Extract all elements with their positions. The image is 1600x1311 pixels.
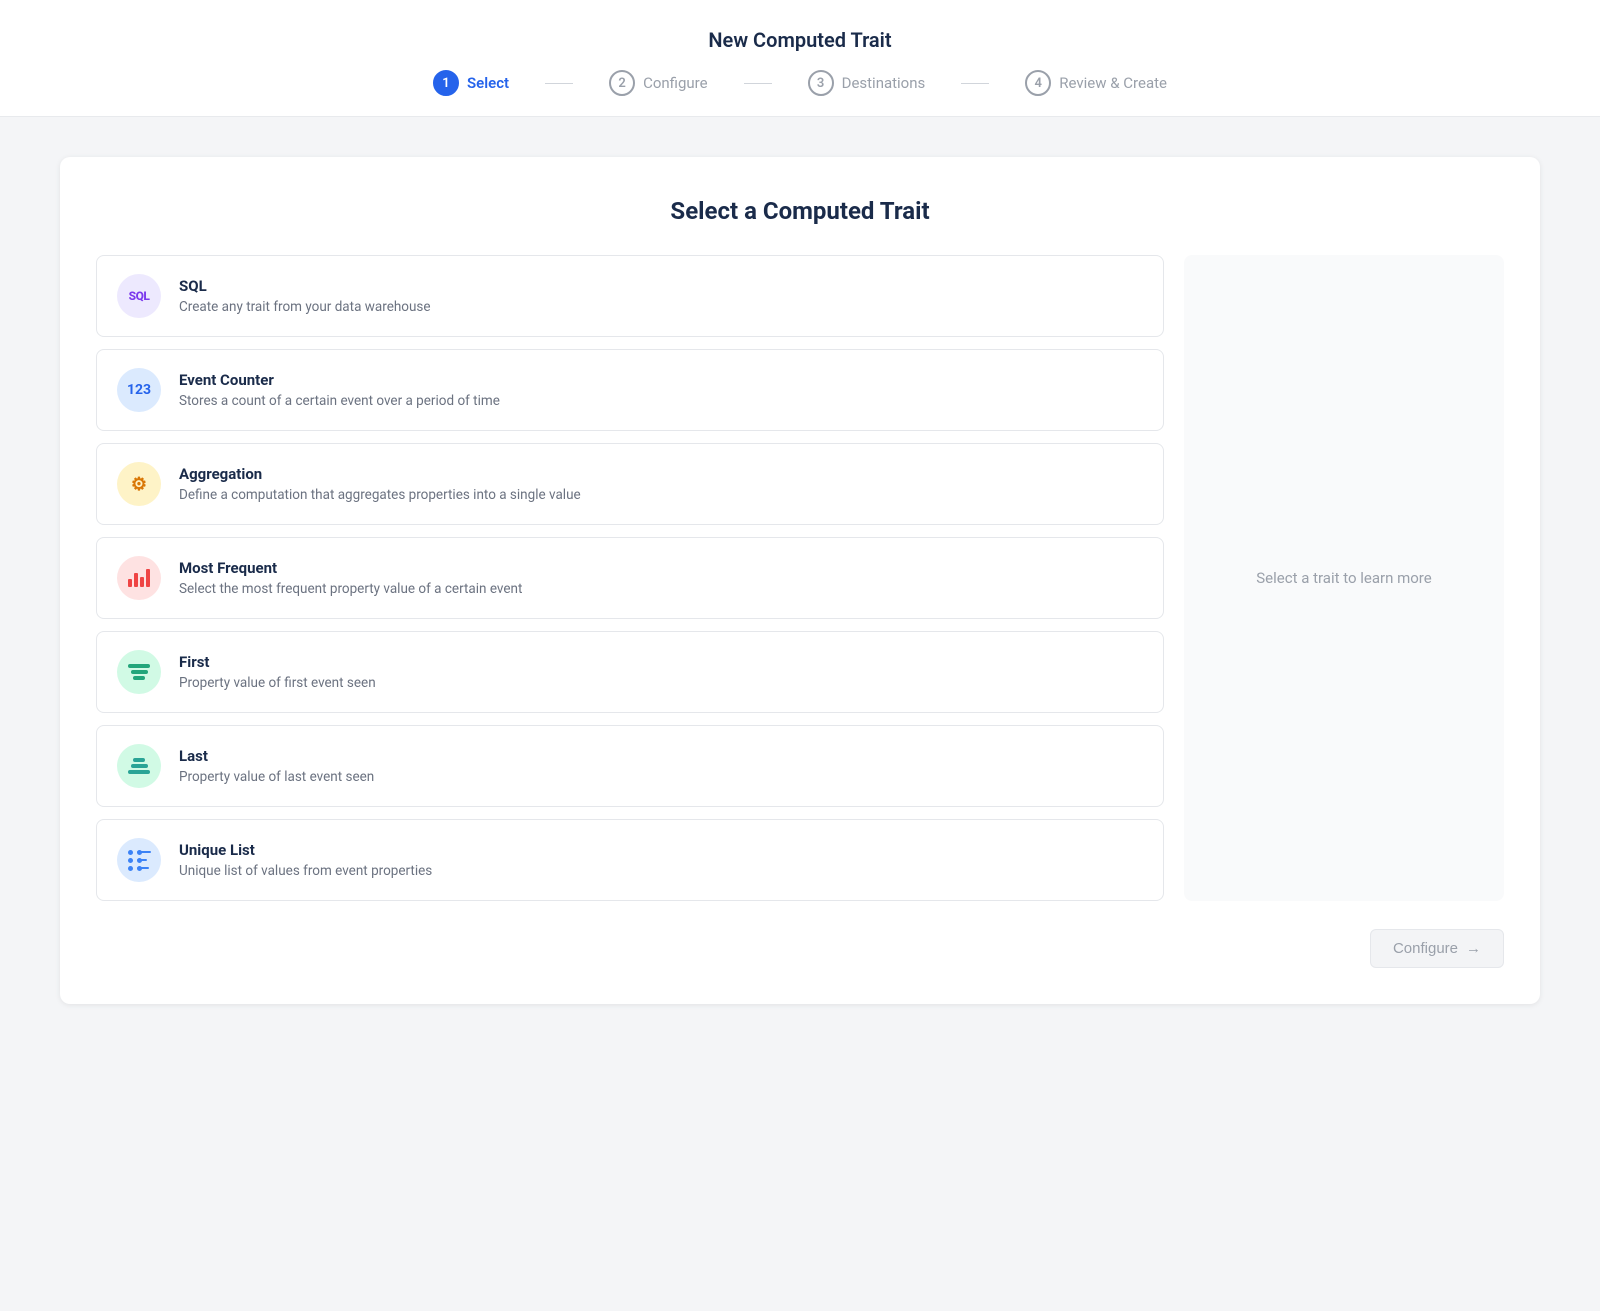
trait-desc-event-counter: Stores a count of a certain event over a… [179, 393, 500, 409]
step-separator-3 [961, 83, 989, 84]
arrow-icon: → [1466, 940, 1481, 957]
trait-icon-aggregation: ⚙ [117, 462, 161, 506]
step-4-num: 4 [1025, 70, 1051, 96]
trait-desc-aggregation: Define a computation that aggregates pro… [179, 487, 581, 503]
trait-name-event-counter: Event Counter [179, 371, 500, 389]
trait-info-sql: SQL Create any trait from your data ware… [179, 277, 431, 315]
layers-last-icon [128, 758, 150, 774]
trait-item-event-counter[interactable]: 123 Event Counter Stores a count of a ce… [96, 349, 1164, 431]
card-title: Select a Computed Trait [96, 197, 1504, 225]
step-3-num: 3 [808, 70, 834, 96]
trait-desc-last: Property value of last event seen [179, 769, 374, 785]
trait-info-last: Last Property value of last event seen [179, 747, 374, 785]
trait-info-most-frequent: Most Frequent Select the most frequent p… [179, 559, 522, 597]
trait-desc-sql: Create any trait from your data warehous… [179, 299, 431, 315]
step-separator-1 [545, 83, 573, 84]
trait-item-first[interactable]: First Property value of first event seen [96, 631, 1164, 713]
step-1-num: 1 [433, 70, 459, 96]
step-3[interactable]: 3 Destinations [808, 70, 926, 96]
trait-icon-sql: SQL [117, 274, 161, 318]
trait-item-last[interactable]: Last Property value of last event seen [96, 725, 1164, 807]
side-panel: Select a trait to learn more [1184, 255, 1504, 901]
step-separator-2 [744, 83, 772, 84]
trait-name-aggregation: Aggregation [179, 465, 581, 483]
trait-icon-most-frequent [117, 556, 161, 600]
gear-icon: ⚙ [131, 474, 147, 495]
step-2-num: 2 [609, 70, 635, 96]
configure-button[interactable]: Configure → [1370, 929, 1504, 968]
step-1[interactable]: 1 Select [433, 70, 509, 96]
trait-info-unique-list: Unique List Unique list of values from e… [179, 841, 432, 879]
step-1-label: Select [467, 74, 509, 92]
step-4[interactable]: 4 Review & Create [1025, 70, 1167, 96]
layers-icon [128, 664, 150, 680]
trait-item-unique-list[interactable]: Unique List Unique list of values from e… [96, 819, 1164, 901]
step-2[interactable]: 2 Configure [609, 70, 708, 96]
trait-icon-event-counter: 123 [117, 368, 161, 412]
card-body: SQL SQL Create any trait from your data … [96, 255, 1504, 901]
trait-name-first: First [179, 653, 376, 671]
trait-icon-first [117, 650, 161, 694]
trait-info-first: First Property value of first event seen [179, 653, 376, 691]
trait-name-most-frequent: Most Frequent [179, 559, 522, 577]
trait-list: SQL SQL Create any trait from your data … [96, 255, 1164, 901]
trait-icon-last [117, 744, 161, 788]
trait-icon-unique-list [117, 838, 161, 882]
page-header: New Computed Trait 1 Select 2 Configure … [0, 0, 1600, 117]
trait-desc-unique-list: Unique list of values from event propert… [179, 863, 432, 879]
trait-name-last: Last [179, 747, 374, 765]
step-2-label: Configure [643, 74, 708, 92]
trait-name-unique-list: Unique List [179, 841, 432, 859]
step-3-label: Destinations [842, 74, 926, 92]
trait-item-aggregation[interactable]: ⚙ Aggregation Define a computation that … [96, 443, 1164, 525]
trait-info-event-counter: Event Counter Stores a count of a certai… [179, 371, 500, 409]
page-title: New Computed Trait [0, 28, 1600, 52]
steps-nav: 1 Select 2 Configure 3 Destinations 4 Re… [0, 70, 1600, 96]
trait-item-sql[interactable]: SQL SQL Create any trait from your data … [96, 255, 1164, 337]
side-panel-placeholder: Select a trait to learn more [1256, 569, 1431, 587]
configure-label: Configure [1393, 940, 1458, 957]
bars-icon [128, 569, 150, 587]
list-icon [128, 850, 151, 871]
trait-item-most-frequent[interactable]: Most Frequent Select the most frequent p… [96, 537, 1164, 619]
card-footer: Configure → [96, 929, 1504, 968]
trait-desc-first: Property value of first event seen [179, 675, 376, 691]
main-card: Select a Computed Trait SQL SQL Create a… [60, 157, 1540, 1004]
trait-name-sql: SQL [179, 277, 431, 295]
step-4-label: Review & Create [1059, 74, 1167, 92]
main-content: Select a Computed Trait SQL SQL Create a… [0, 117, 1600, 1044]
trait-desc-most-frequent: Select the most frequent property value … [179, 581, 522, 597]
trait-info-aggregation: Aggregation Define a computation that ag… [179, 465, 581, 503]
